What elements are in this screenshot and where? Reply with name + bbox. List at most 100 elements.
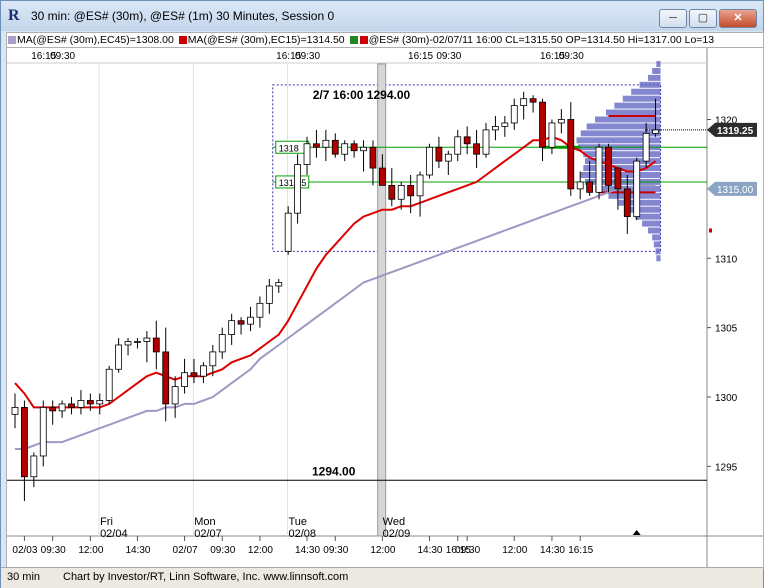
volume-profile-bar [652, 234, 661, 241]
day-date-label: 02/08 [288, 528, 316, 540]
maximize-button[interactable]: ▢ [689, 9, 717, 28]
candle-body [265, 285, 273, 304]
candle-body [605, 146, 612, 186]
candle-body [331, 139, 339, 155]
volume-profile-bar [639, 81, 661, 88]
volume-profile-bar [586, 123, 661, 130]
candle-body [341, 143, 349, 155]
legend-ema45[interactable]: MA(@ES# (30m),EC45)=1308.00 [7, 33, 174, 47]
candle-body [284, 212, 292, 252]
candle-body [567, 119, 575, 190]
time-tick-label: 09:30 [323, 545, 348, 556]
volume-profile-bar [595, 116, 661, 123]
legend-ema15-text: MA(@ES# (30m),EC15)=1314.50 [187, 34, 345, 46]
volume-profile-bar [653, 241, 661, 248]
candle-body [473, 143, 480, 155]
candle-body [190, 372, 198, 377]
volume-profile-bar [647, 227, 661, 234]
candle-body [378, 167, 386, 186]
candle-body [86, 400, 94, 405]
candle-body [520, 98, 528, 107]
candle-body [143, 337, 151, 342]
candle-body [218, 334, 226, 353]
legend-price[interactable]: @ES# (30m)-02/07/11 16:00 CL=1315.50 OP=… [349, 33, 715, 47]
legend-price-text: @ES# (30m)-02/07/11 16:00 CL=1315.50 OP=… [368, 34, 715, 46]
candle-body [49, 407, 57, 412]
chart-window: R 30 min: @ES# (30m), @ES# (1m) 30 Minut… [0, 0, 764, 588]
candle-body [237, 320, 245, 325]
day-label: Wed [383, 516, 405, 528]
credit-text: Chart by Investor/RT, Linn Software, Inc… [63, 571, 349, 583]
candle-body [652, 129, 659, 134]
legend-ema15[interactable]: MA(@ES# (30m),EC15)=1314.50 [178, 33, 345, 47]
time-tick-label: 12:00 [78, 545, 103, 556]
time-tick-label: 14:30 [125, 545, 150, 556]
candle-body [623, 188, 631, 218]
candle-body [529, 98, 537, 103]
candle-body [595, 146, 603, 193]
top-time-label: 09:30 [559, 51, 584, 62]
chart-area[interactable]: 13201315131013051300129513181315.51294.0… [6, 47, 764, 569]
range-box-label: 2/7 16:00 1294.00 [313, 88, 411, 102]
candle-body [199, 365, 207, 377]
time-tick-label: 14:30 [540, 545, 565, 556]
candle-body [228, 320, 236, 335]
candle-body [482, 129, 490, 155]
candle-body [68, 403, 75, 408]
day-label: Tue [288, 516, 307, 528]
time-tick-label: 09:30 [210, 545, 235, 556]
candle-body [501, 122, 509, 127]
close-button[interactable]: ✕ [719, 9, 757, 28]
price-chart[interactable]: 13201315131013051300129513181315.51294.0… [7, 48, 763, 568]
status-bar: 30 min Chart by Investor/RT, Linn Softwa… [1, 567, 763, 588]
candle-body [96, 400, 104, 405]
volume-profile-bar [647, 74, 661, 81]
candle-body [642, 132, 650, 162]
candle-body [152, 337, 160, 353]
candle-body [313, 143, 320, 148]
candle-body [426, 146, 433, 176]
candle-body [350, 143, 358, 152]
candle-body [134, 341, 141, 343]
day-date-label: 02/04 [100, 528, 128, 540]
candle-body [369, 146, 377, 169]
last-price-label: 1319.25 [717, 126, 754, 137]
top-time-label: 09:30 [295, 51, 320, 62]
interval-label: 30 min [7, 571, 41, 583]
top-time-label: 09:30 [436, 51, 461, 62]
candle-body [294, 164, 302, 214]
legend-ema45-text: MA(@ES# (30m),EC45)=1308.00 [17, 34, 174, 46]
candle-body [275, 282, 283, 287]
volume-profile-bar [631, 88, 661, 95]
candle-body [30, 455, 38, 478]
candle-body [181, 372, 188, 387]
indicator-legend: MA(@ES# (30m),EC45)=1308.00 MA(@ES# (30m… [6, 32, 764, 48]
candle-body [633, 160, 641, 218]
price-tick-label: 1295 [715, 462, 738, 473]
price-tick-label: 1310 [715, 254, 738, 265]
volume-profile-bar [652, 67, 661, 74]
candle-body [162, 351, 170, 405]
top-time-label: 16:15 [408, 51, 433, 62]
candle-body [416, 174, 424, 197]
candle-body [539, 101, 546, 148]
price-axis-marker [709, 228, 712, 233]
candle-body [171, 386, 179, 405]
ema-price-label: 1315.00 [717, 185, 754, 196]
time-tick-label: 12:00 [248, 545, 273, 556]
candle-body [576, 181, 584, 190]
minimize-button[interactable]: ─ [659, 9, 687, 28]
price-down-color-swatch [359, 36, 368, 44]
day-label: Mon [194, 516, 215, 528]
time-tick-label: 12:00 [502, 545, 527, 556]
price-tick-label: 1305 [715, 324, 738, 335]
candle-body [360, 146, 367, 152]
time-tick-label: 14:30 [417, 545, 442, 556]
time-tick-label: 02/07 [173, 545, 198, 556]
candle-body [388, 185, 396, 200]
candle-body [435, 146, 443, 162]
price-tick-label: 1300 [715, 393, 738, 404]
candle-body [548, 122, 556, 148]
candle-body [510, 105, 518, 124]
candle-body [557, 119, 565, 124]
